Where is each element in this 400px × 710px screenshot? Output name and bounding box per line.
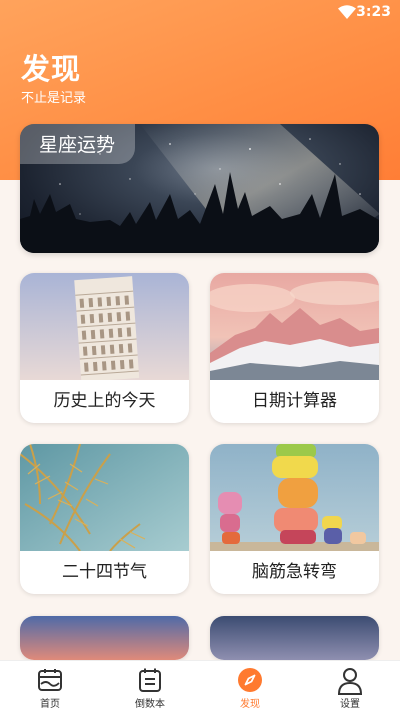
card-partial-left[interactable] [20,616,189,660]
sunset-image [20,616,189,660]
banner-label: 星座运势 [20,124,136,164]
palm-image [20,444,189,551]
compass-icon [238,668,262,692]
card-brain-teasers[interactable]: 脑筋急转弯 [210,444,379,594]
tower-image [20,273,189,380]
card-label: 日期计算器 [252,391,337,411]
page-title: 发现 [21,52,82,86]
countdown-book-icon [139,668,161,692]
calendar-home-icon [38,669,62,691]
nav-label: 首页 [40,699,60,710]
user-icon [337,668,363,695]
wifi-icon [338,5,356,19]
bottom-nav: 首页 倒数本 发现 设置 [0,660,400,710]
nav-item-settings[interactable]: 设置 [300,661,400,710]
card-history-today[interactable]: 历史上的今天 [20,273,189,423]
page-subtitle: 不止是记录 [21,91,87,106]
nav-item-home[interactable]: 首页 [0,661,100,710]
card-label: 二十四节气 [62,562,147,582]
card-label: 脑筋急转弯 [252,562,337,582]
nav-label: 发现 [240,699,260,710]
nav-item-countdown[interactable]: 倒数本 [100,661,200,710]
nav-item-discover[interactable]: 发现 [200,661,300,710]
nav-label: 倒数本 [135,699,165,710]
dusk-image [210,616,379,660]
status-time: 3:23 [356,4,391,20]
card-solar-terms[interactable]: 二十四节气 [20,444,189,594]
nav-label: 设置 [340,699,360,710]
card-date-calculator[interactable]: 日期计算器 [210,273,379,423]
mountain-image [210,273,379,380]
status-bar: 3:23 [0,0,400,26]
horoscope-banner[interactable]: 星座运势 [20,124,379,253]
rock-stack-image [210,444,379,551]
card-label: 历史上的今天 [53,391,156,411]
card-partial-right[interactable] [210,616,379,660]
